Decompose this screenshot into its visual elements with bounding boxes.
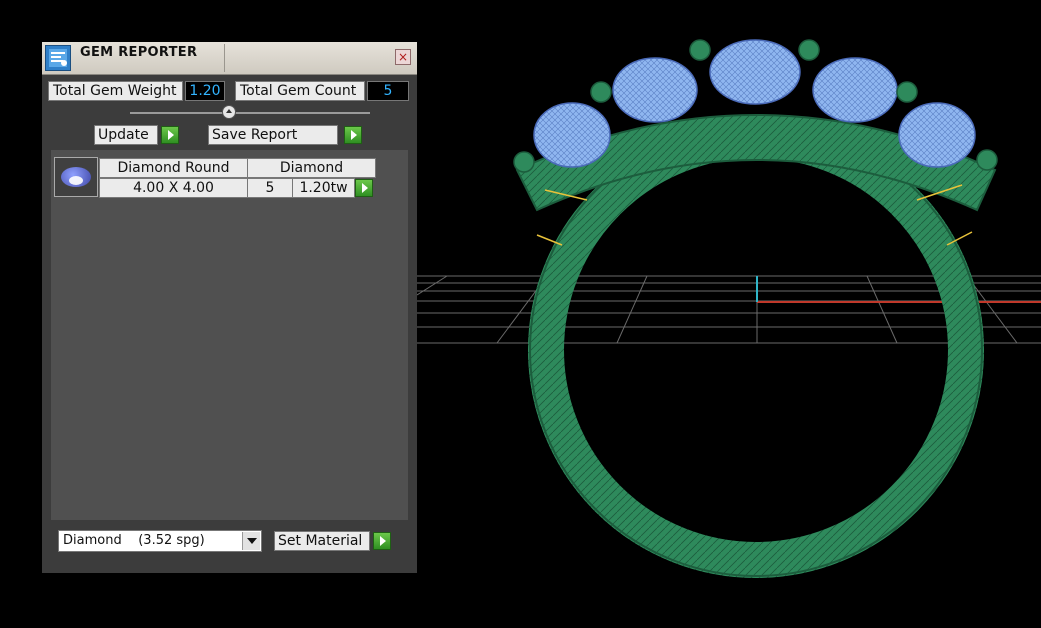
total-gem-count-value: 5: [367, 81, 409, 101]
material-select[interactable]: Diamond (3.52 spg): [58, 530, 262, 552]
gem-name-cell[interactable]: Diamond Round: [99, 158, 248, 178]
panel-title: GEM REPORTER: [80, 45, 198, 60]
update-button[interactable]: Update: [94, 125, 158, 145]
slider-track: [130, 112, 370, 114]
gem-type-cell[interactable]: Diamond: [247, 158, 376, 178]
gem-size-cell[interactable]: 4.00 X 4.00: [99, 178, 248, 198]
save-report-play-arrow-icon[interactable]: [344, 126, 362, 144]
update-play-arrow-icon[interactable]: [161, 126, 179, 144]
close-icon[interactable]: ×: [395, 49, 411, 65]
slider-knob[interactable]: [222, 105, 236, 119]
gem-count-cell[interactable]: 5: [247, 178, 293, 198]
gem-oval-icon: [61, 167, 91, 187]
gem-reporter-panel: GEM REPORTER × Total Gem Weight 1.20 Tot…: [42, 42, 417, 573]
save-report-button[interactable]: Save Report: [208, 125, 338, 145]
title-bar[interactable]: GEM REPORTER ×: [42, 42, 417, 75]
dropdown-arrow-icon[interactable]: [242, 532, 260, 550]
gem-row-play-arrow-icon[interactable]: [355, 179, 373, 197]
3d-viewport[interactable]: [416, 0, 1041, 624]
total-gem-count-label: Total Gem Count: [235, 81, 365, 101]
ring-render: [416, 39, 1041, 578]
ring-shank: [528, 122, 984, 578]
set-material-play-arrow-icon[interactable]: [373, 532, 391, 550]
gem-thumbnail-icon[interactable]: [54, 157, 98, 197]
gem-list: Diamond Round Diamond 4.00 X 4.00 5 1.20…: [51, 150, 408, 520]
set-material-button[interactable]: Set Material: [274, 531, 370, 551]
total-gem-weight-label: Total Gem Weight: [48, 81, 183, 101]
title-divider: [224, 44, 225, 72]
total-gem-weight-value: 1.20: [185, 81, 225, 101]
material-select-value: Diamond (3.52 spg): [63, 533, 205, 548]
gem-weight-cell[interactable]: 1.20tw: [292, 178, 355, 198]
gem-reporter-app-icon: [45, 45, 71, 71]
